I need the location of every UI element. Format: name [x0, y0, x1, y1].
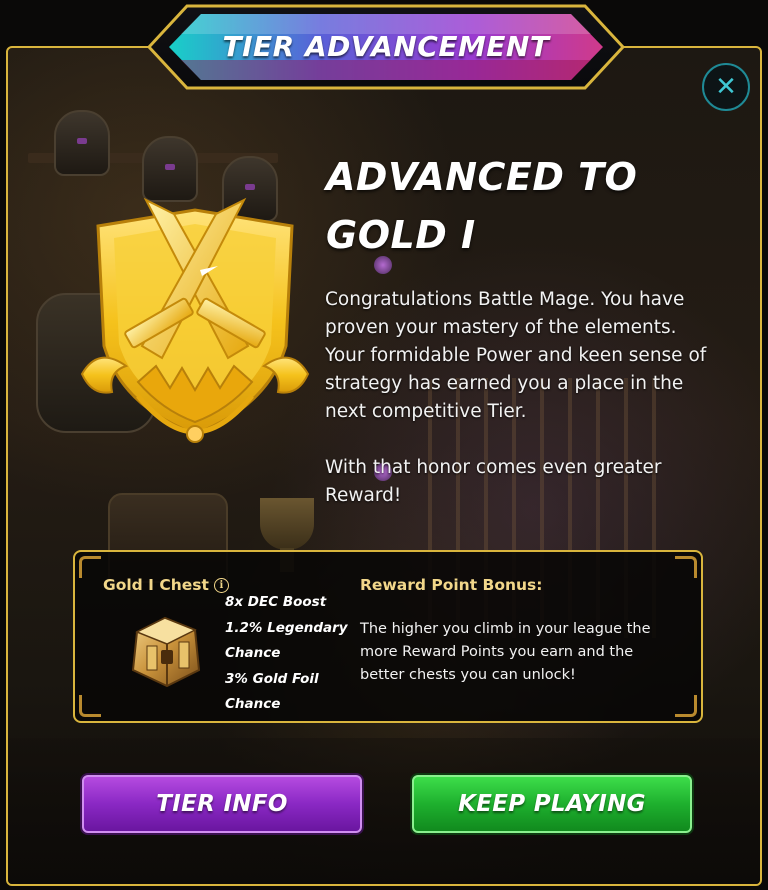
- chest-feature: 3% Gold Foil Chance: [225, 670, 319, 713]
- reward-point-bonus-text: The higher you climb in your league the …: [360, 621, 651, 683]
- chest-title: Gold I Chest i: [103, 576, 229, 594]
- panel-corner-ornament: [675, 695, 697, 717]
- tier-info-label: TIER INFO: [156, 791, 288, 817]
- close-button[interactable]: ✕: [702, 63, 750, 111]
- reward-teaser-paragraph: With that honor comes even greater Rewar…: [325, 457, 662, 506]
- tier-info-button[interactable]: TIER INFO: [82, 775, 362, 833]
- keep-playing-button[interactable]: KEEP PLAYING: [412, 775, 692, 833]
- headline-line-1: ADVANCED TO: [326, 155, 638, 199]
- chest-features-list: 8x DEC Boost 1.2% Legendary Chance 3% Go…: [225, 590, 355, 718]
- background-helmet: [142, 136, 198, 202]
- chest-feature: 8x DEC Boost: [225, 594, 327, 610]
- reward-panel: Gold I Chest i 8x DEC Boost 1.2% Legenda…: [73, 550, 703, 723]
- chest-title-label: Gold I Chest: [103, 576, 209, 594]
- panel-corner-ornament: [79, 556, 101, 578]
- congratulations-paragraph: Congratulations Battle Mage. You have pr…: [325, 289, 707, 422]
- background-helmet: [54, 110, 110, 176]
- advancement-headline: ADVANCED TO GOLD I: [326, 148, 726, 264]
- chest-feature: 1.2% Legendary Chance: [225, 619, 348, 662]
- panel-corner-ornament: [675, 556, 697, 578]
- keep-playing-label: KEEP PLAYING: [458, 791, 646, 817]
- gold-chest-icon: [131, 616, 201, 688]
- close-icon: ✕: [715, 72, 737, 102]
- panel-corner-ornament: [79, 695, 101, 717]
- background-trophy: [260, 498, 314, 572]
- congratulations-text: Congratulations Battle Mage. You have pr…: [325, 286, 715, 510]
- reward-point-bonus-title: Reward Point Bonus:: [360, 576, 543, 594]
- headline-line-2: GOLD I: [326, 213, 476, 257]
- banner-title: TIER ADVANCEMENT: [222, 29, 550, 63]
- gold-tier-badge-icon: [80, 197, 310, 443]
- title-banner: TIER ADVANCEMENT: [147, 4, 625, 90]
